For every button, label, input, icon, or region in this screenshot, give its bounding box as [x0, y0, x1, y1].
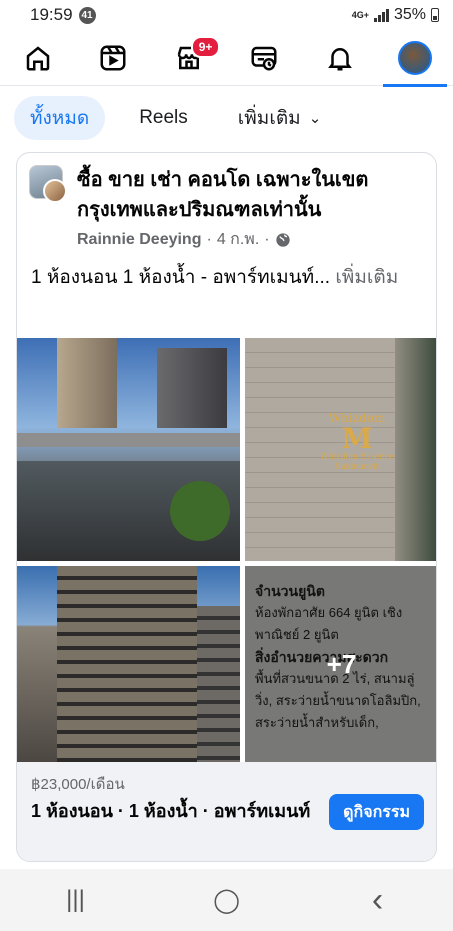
whizdom-logo: Whizdom M Whizdom Essence Sukhumvit [320, 411, 394, 471]
feed-filter-bar: ทั้งหมด Reels เพิ่มเติม ⌄ [14, 96, 337, 140]
group-name[interactable]: ซื้อ ขาย เช่า คอนโด เฉพาะในเขตกรุงเทพและ… [77, 165, 424, 225]
feeds-icon [251, 46, 277, 70]
network-type: 4G+ [351, 9, 369, 20]
more-photos-count: +7 [245, 566, 436, 762]
chevron-down-icon: ⌄ [308, 110, 322, 127]
reels-icon [100, 45, 126, 70]
nav-marketplace[interactable]: 9+ [157, 30, 221, 86]
listing-price: ฿23,000/เดือน [31, 776, 125, 793]
post-body: 1 ห้องนอน 1 ห้องน้ำ - อพาร์ทเมนท์... [31, 267, 331, 288]
filter-more-label: เพิ่มเติม [237, 108, 301, 129]
profile-avatar [398, 40, 433, 75]
battery-icon [431, 8, 439, 22]
photo-more[interactable]: จำนวนยูนิต ห้องพักอาศัย 664 ยูนิต เชิงพา… [245, 566, 436, 762]
top-navigation: 9+ [0, 30, 453, 87]
bell-icon [327, 47, 352, 70]
recents-button[interactable]: ||| [46, 886, 106, 914]
back-button[interactable]: ‹ [348, 881, 408, 920]
view-activity-button[interactable]: ดูกิจกรรม [329, 794, 424, 830]
photo-building-street[interactable] [17, 338, 240, 561]
battery-percent: 35% [393, 6, 426, 23]
nav-home[interactable] [6, 30, 70, 86]
photo-lobby-sign[interactable]: Whizdom M Whizdom Essence Sukhumvit [245, 338, 436, 561]
post-meta: Rainnie Deeying · 4 ก.พ. · [77, 227, 424, 252]
filter-all-label: ทั้งหมด [30, 108, 90, 129]
home-icon [26, 45, 49, 70]
group-avatar[interactable] [29, 165, 67, 203]
filter-all-chip[interactable]: ทั้งหมด [14, 96, 106, 140]
nav-notifications[interactable] [308, 30, 372, 86]
meta-separator: · [264, 230, 270, 248]
marketplace-listing[interactable]: ฿23,000/เดือน 1 ห้องนอน · 1 ห้องน้ำ · อพ… [17, 762, 436, 861]
status-time: 19:59 [30, 5, 73, 24]
globe-icon [275, 232, 290, 247]
android-navigation-bar: ||| ◯ ‹ [0, 869, 453, 931]
home-button[interactable]: ◯ [197, 886, 257, 915]
listing-title: 1 ห้องนอน · 1 ห้องน้ำ · อพาร์ทเมนท์ [31, 801, 311, 821]
post-header: ซื้อ ขาย เช่า คอนโด เฉพาะในเขตกรุงเทพและ… [17, 153, 436, 252]
meta-separator: · [206, 230, 212, 248]
filter-reels-label: Reels [139, 107, 188, 128]
author-name[interactable]: Rainnie Deeying [77, 231, 201, 249]
author-avatar [43, 179, 67, 203]
notification-count-badge: 41 [78, 6, 96, 24]
filter-reels-chip[interactable]: Reels [123, 96, 204, 140]
photo-tower[interactable] [17, 566, 240, 762]
filter-more-chip[interactable]: เพิ่มเติม ⌄ [222, 96, 337, 140]
marketplace-badge: 9+ [190, 35, 221, 58]
post-text: 1 ห้องนอน 1 ห้องน้ำ - อพาร์ทเมนท์... เพิ… [17, 252, 436, 332]
nav-feeds[interactable] [232, 30, 296, 86]
see-more-link[interactable]: เพิ่มเติม [335, 267, 398, 288]
post-date[interactable]: 4 ก.พ. [217, 227, 259, 252]
photo-grid: Whizdom M Whizdom Essence Sukhumvit จำนว… [17, 338, 436, 762]
nav-profile[interactable] [383, 30, 448, 87]
status-bar: 19:59 41 4G+ 35% [0, 0, 453, 30]
signal-icon [373, 8, 389, 22]
post-card: ซื้อ ขาย เช่า คอนโด เฉพาะในเขตกรุงเทพและ… [16, 152, 437, 862]
nav-reels[interactable] [81, 30, 145, 86]
